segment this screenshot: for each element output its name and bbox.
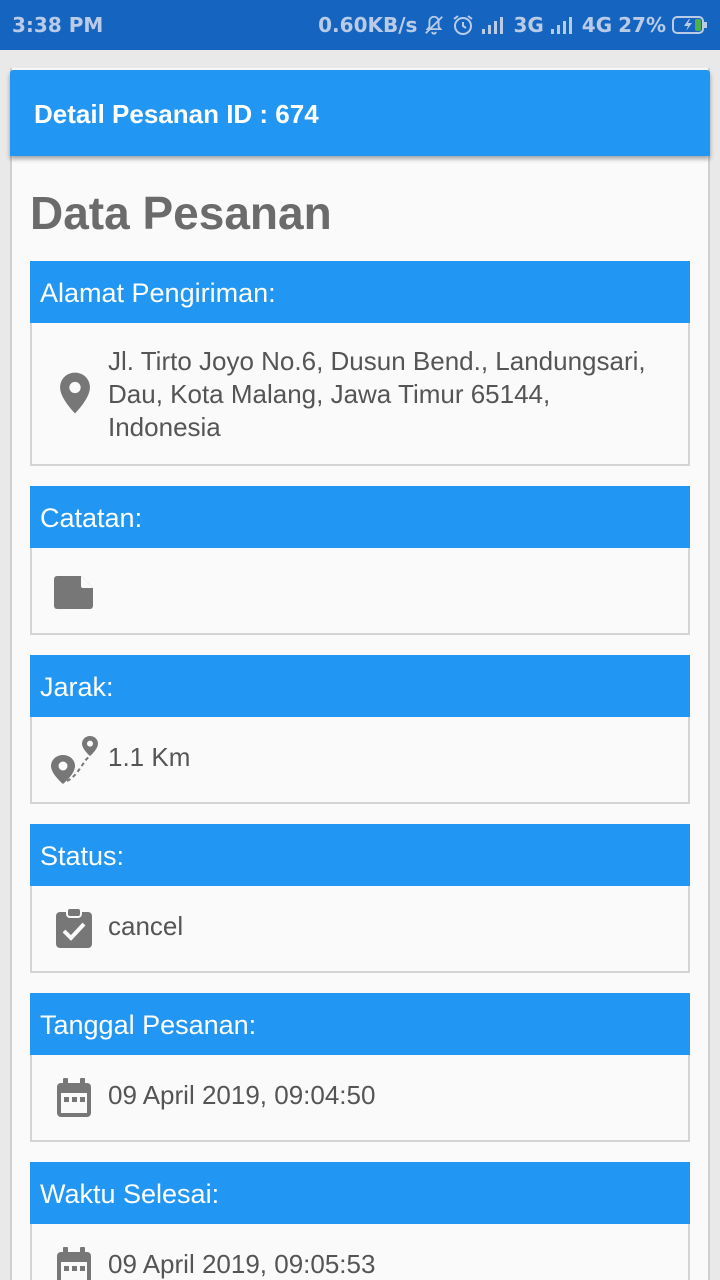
section-body: Jl. Tirto Joyo No.6, Dusun Bend., Landun…: [30, 323, 690, 466]
section-distance: Jarak: 1.1 Km: [30, 655, 690, 804]
section-header: Alamat Pengiriman:: [30, 261, 690, 323]
battery-charging-icon: [672, 15, 708, 35]
order-date-text: 09 April 2019, 09:04:50: [108, 1080, 376, 1110]
calendar-icon: [54, 1077, 94, 1124]
app-bar-title: Detail Pesanan ID : 674: [34, 99, 319, 129]
app-bar: Detail Pesanan ID : 674: [10, 70, 710, 156]
section-body: [30, 548, 690, 635]
section-header: Status:: [30, 824, 690, 886]
distance-text: 1.1 Km: [108, 742, 191, 772]
status-icons: 0.60KB/s 3G 4G 27%: [318, 11, 708, 39]
status-time: 3:38 PM: [12, 13, 104, 37]
section-header: Tanggal Pesanan:: [30, 993, 690, 1055]
calendar-icon: [54, 1246, 94, 1280]
section-order-date: Tanggal Pesanan: 09 April 2019, 09:04:50: [30, 993, 690, 1142]
alarm-icon: [451, 13, 475, 37]
section-body: cancel: [30, 886, 690, 973]
shipping-address-text: Jl. Tirto Joyo No.6, Dusun Bend., Landun…: [108, 346, 646, 442]
note-icon: [54, 574, 96, 615]
network-type-1: 3G: [513, 13, 544, 37]
section-body: 1.1 Km: [30, 717, 690, 804]
page-title: Data Pesanan: [30, 187, 332, 239]
net-speed: 0.60KB/s: [318, 13, 418, 37]
clipboard-check-icon: [54, 906, 94, 955]
status-text: cancel: [108, 911, 184, 941]
section-finish-time: Waktu Selesai: 09 April 2019, 09:05:53: [30, 1162, 690, 1280]
route-distance-icon: [48, 735, 100, 790]
network-type-2: 4G: [581, 13, 613, 37]
signal-icon: [481, 15, 507, 35]
finish-time-text: 09 April 2019, 09:05:53: [108, 1249, 376, 1279]
section-notes: Catatan:: [30, 486, 690, 635]
section-status: Status: cancel: [30, 824, 690, 973]
location-pin-icon: [56, 371, 94, 420]
section-shipping-address: Alamat Pengiriman: Jl. Tirto Joyo No.6, …: [30, 261, 690, 466]
status-bar: 3:38 PM 0.60KB/s 3G 4G 27%: [0, 0, 720, 50]
section-header: Waktu Selesai:: [30, 1162, 690, 1224]
section-body: 09 April 2019, 09:05:53: [30, 1224, 690, 1280]
section-header: Catatan:: [30, 486, 690, 548]
signal-icon: [550, 15, 576, 35]
bell-muted-icon: [423, 14, 445, 36]
section-body: 09 April 2019, 09:04:50: [30, 1055, 690, 1142]
section-header: Jarak:: [30, 655, 690, 717]
battery-percent: 27%: [618, 13, 666, 37]
